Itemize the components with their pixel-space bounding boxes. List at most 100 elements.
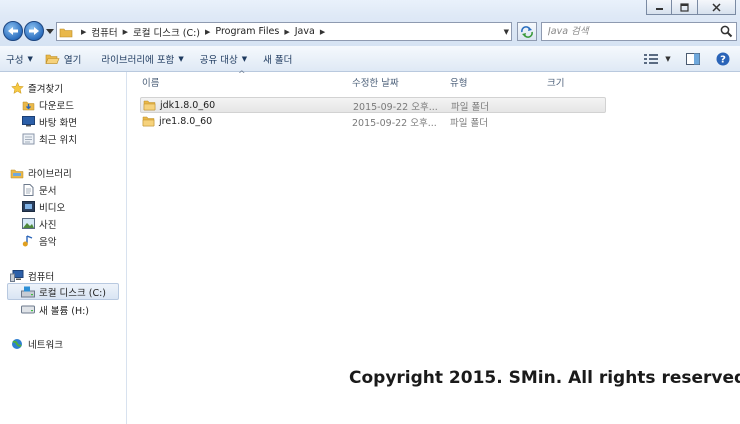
refresh-button[interactable] — [517, 22, 537, 41]
recent-pages-dropdown-icon[interactable] — [46, 27, 54, 35]
sidebar-item-new-volume-h[interactable]: 새 볼륨 (H:) — [21, 301, 89, 318]
forward-button[interactable] — [24, 21, 44, 41]
sidebar-item-desktop[interactable]: 바탕 화면 — [21, 113, 77, 130]
column-header-label: 유형 — [450, 78, 468, 89]
sidebar-item-label: 문서 — [39, 185, 57, 197]
column-header-type[interactable]: 유형 — [450, 72, 467, 92]
sidebar-item-documents[interactable]: 문서 — [21, 181, 56, 198]
organize-label: 구성 — [6, 54, 24, 66]
column-header-label: 수정한 날짜 — [352, 78, 399, 89]
column-header-name[interactable]: 이름 — [142, 72, 159, 92]
sidebar-item-favorites[interactable]: 즐겨찾기 — [10, 79, 63, 96]
file-name: jdk1.8.0_60 — [160, 99, 216, 111]
sidebar-item-label: 컴퓨터 — [28, 271, 55, 283]
organize-button[interactable]: 구성 ▼ — [0, 49, 39, 69]
view-controls: ▼ ? — [640, 49, 734, 69]
sidebar-item-label: 네트워크 — [28, 339, 63, 351]
column-header-label: 크기 — [547, 78, 565, 89]
breadcrumb-java[interactable]: Java — [295, 26, 315, 37]
sidebar-item-label: 새 볼륨 (H:) — [39, 305, 90, 317]
search-box[interactable] — [541, 22, 737, 41]
sidebar-item-label: 즐겨찾기 — [28, 83, 63, 95]
back-arrow-icon — [8, 27, 18, 35]
forward-arrow-icon — [29, 27, 39, 35]
column-header-modified[interactable]: 수정한 날짜 — [352, 72, 399, 92]
sidebar-item-music[interactable]: 음악 — [21, 232, 56, 249]
column-header-size[interactable]: 크기 — [547, 72, 564, 92]
sidebar-item-videos[interactable]: 비디오 — [21, 198, 65, 215]
copyright-text: Copyright 2015. SMin. All rights reserve… — [349, 368, 740, 388]
system-drive-icon — [21, 286, 35, 298]
file-type: 파일 폴더 — [450, 118, 488, 129]
sidebar-item-label: 바탕 화면 — [39, 117, 77, 129]
file-modified: 2015-09-22 오후... — [353, 102, 438, 113]
title-bar — [0, 0, 740, 16]
sidebar-item-network[interactable]: 네트워크 — [10, 335, 63, 352]
address-history-dropdown-icon[interactable]: ▼ — [504, 28, 509, 36]
file-name-cell: jdk1.8.0_60 — [143, 99, 215, 111]
include-in-library-label: 라이브러리에 포함 — [101, 54, 175, 66]
search-icon[interactable] — [720, 25, 733, 38]
close-icon — [712, 2, 721, 12]
sidebar-item-downloads[interactable]: 다운로드 — [21, 96, 74, 113]
preview-pane-button[interactable] — [682, 49, 704, 69]
maximize-button[interactable] — [672, 0, 698, 15]
sidebar-item-computer[interactable]: 컴퓨터 — [10, 267, 54, 284]
sidebar-item-local-disk-c[interactable]: 로컬 디스크 (C:) — [7, 283, 119, 300]
view-options-dropdown[interactable]: ▼ — [662, 49, 674, 69]
breadcrumb-separator-icon: ▶ — [319, 27, 326, 36]
sidebar-item-recent-places[interactable]: 최근 위치 — [21, 130, 77, 147]
search-input[interactable] — [548, 26, 708, 37]
breadcrumb-local-disk[interactable]: 로컬 디스크 (C:) — [133, 25, 200, 39]
include-in-library-button[interactable]: 라이브러리에 포함 ▼ — [95, 49, 189, 69]
table-row[interactable]: jre1.8.0_60 2015-09-22 오후... 파일 폴더 — [140, 114, 606, 130]
document-icon — [21, 183, 35, 196]
desktop-icon — [21, 116, 35, 128]
breadcrumb-separator-icon: ▶ — [284, 27, 290, 36]
sidebar-item-libraries[interactable]: 라이브러리 — [10, 164, 72, 181]
chevron-down-icon: ▼ — [178, 54, 184, 63]
sidebar-item-label: 로컬 디스크 (C:) — [39, 287, 106, 299]
sort-ascending-icon: ^ — [238, 70, 246, 80]
breadcrumb-separator-icon: ▶ — [205, 27, 211, 36]
recent-places-icon — [21, 133, 35, 145]
minimize-button[interactable] — [646, 0, 672, 15]
star-icon — [10, 81, 24, 94]
svg-text:?: ? — [720, 55, 726, 66]
close-button[interactable] — [698, 0, 736, 15]
navigation-pane: 즐겨찾기 다운로드 바탕 화면 최근 위치 라이브러리 문서 비디오 사진 음악… — [0, 72, 127, 424]
address-bar[interactable]: ▶ 컴퓨터 ▶ 로컬 디스크 (C:) ▶ Program Files ▶ Ja… — [56, 22, 512, 41]
sidebar-item-label: 비디오 — [39, 202, 66, 214]
explorer-window: ▶ 컴퓨터 ▶ 로컬 디스크 (C:) ▶ Program Files ▶ Ja… — [0, 0, 740, 424]
minimize-icon — [655, 8, 663, 10]
folder-icon — [143, 99, 156, 111]
share-with-label: 공유 대상 — [199, 54, 238, 66]
address-row: ▶ 컴퓨터 ▶ 로컬 디스크 (C:) ▶ Program Files ▶ Ja… — [0, 16, 740, 46]
new-folder-label: 새 폴더 — [263, 54, 293, 66]
maximize-icon — [680, 2, 689, 12]
share-with-button[interactable]: 공유 대상 ▼ — [194, 49, 253, 69]
refresh-icon — [521, 25, 533, 38]
breadcrumb-separator-icon: ▶ — [81, 27, 87, 36]
video-icon — [21, 201, 35, 213]
drive-icon — [21, 304, 35, 316]
open-label: 열기 — [63, 54, 82, 66]
new-folder-button[interactable]: 새 폴더 — [257, 49, 298, 69]
breadcrumb-computer[interactable]: 컴퓨터 — [91, 25, 117, 39]
back-button[interactable] — [3, 21, 23, 41]
folder-icon — [59, 28, 73, 37]
sidebar-item-label: 라이브러리 — [28, 168, 72, 180]
chevron-down-icon: ▼ — [27, 54, 33, 63]
sidebar-item-label: 다운로드 — [39, 100, 74, 112]
sidebar-item-label: 음악 — [39, 236, 57, 248]
sidebar-item-pictures[interactable]: 사진 — [21, 215, 56, 232]
downloads-folder-icon — [21, 99, 35, 111]
column-header-label: 이름 — [142, 78, 160, 89]
open-button[interactable]: 열기 — [39, 49, 87, 69]
breadcrumb-program-files[interactable]: Program Files — [215, 26, 279, 37]
help-button[interactable]: ? — [712, 49, 734, 69]
table-row[interactable]: jdk1.8.0_60 2015-09-22 오후... 파일 폴더 — [140, 97, 606, 113]
help-icon: ? — [716, 52, 730, 66]
change-view-button[interactable] — [640, 49, 662, 69]
file-name-cell: jre1.8.0_60 — [142, 115, 212, 127]
